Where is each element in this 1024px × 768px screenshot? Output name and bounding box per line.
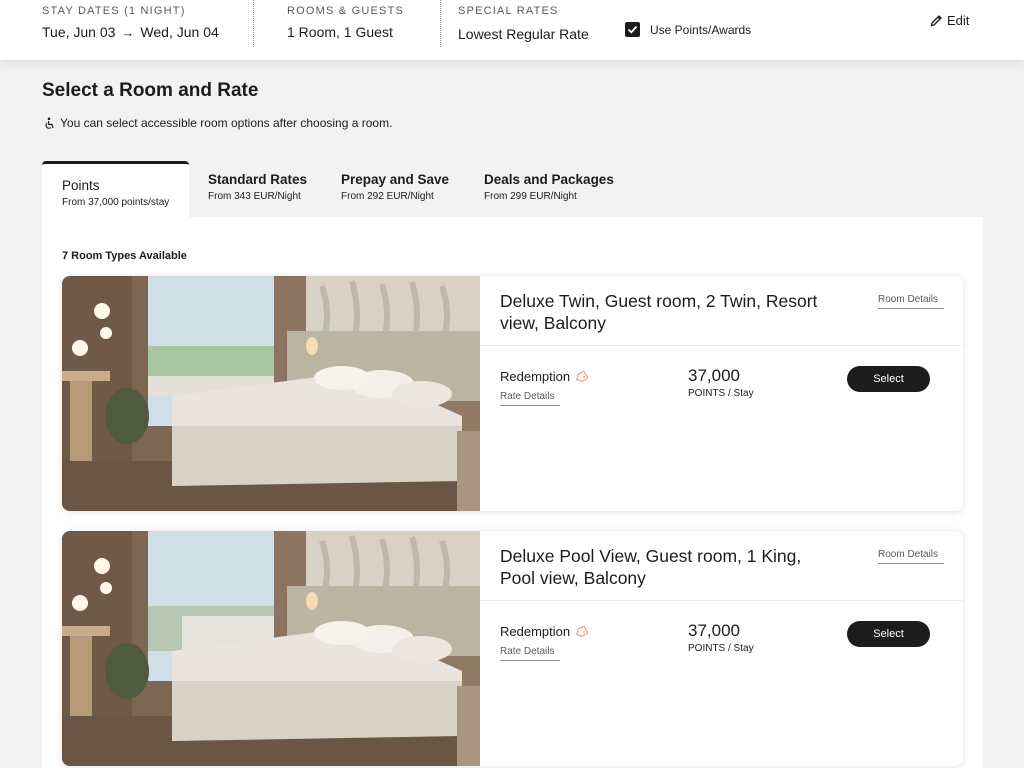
- room-details-link[interactable]: Room Details: [878, 549, 944, 564]
- tab-prepay-and-save[interactable]: Prepay and Save From 292 EUR/Night: [321, 161, 469, 217]
- points-amount: 37,000: [688, 621, 740, 640]
- tab-title: Prepay and Save: [341, 172, 450, 187]
- room-card: Deluxe Twin, Guest room, 2 Twin, Resort …: [62, 276, 963, 511]
- accessibility-note-text: You can select accessible room options a…: [60, 116, 393, 130]
- use-points-checkbox[interactable]: [625, 22, 640, 37]
- select-button[interactable]: Select: [847, 366, 930, 392]
- room-title: Deluxe Pool View, Guest room, 1 King, Po…: [500, 546, 802, 588]
- pencil-icon: [930, 15, 942, 27]
- search-summary-bar: STAY DATES (1 NIGHT) Tue, Jun 03 → Wed, Ju…: [0, 0, 1024, 60]
- tab-title: Points: [62, 178, 100, 193]
- stay-dates-label: STAY DATES (1 NIGHT): [42, 5, 186, 17]
- room-photo[interactable]: [62, 276, 480, 511]
- rooms-guests-value: 1 Room, 1 Guest: [287, 24, 393, 40]
- tab-standard-rates[interactable]: Standard Rates From 343 EUR/Night: [188, 161, 327, 217]
- points-unit: POINTS / Stay: [688, 643, 754, 654]
- wheelchair-icon: [45, 117, 54, 129]
- divider: [253, 0, 254, 47]
- rate-details-link[interactable]: Rate Details: [500, 646, 560, 661]
- divider: [480, 345, 963, 346]
- use-points-label[interactable]: Use Points/Awards: [650, 23, 751, 37]
- tab-subtitle: From 292 EUR/Night: [341, 191, 434, 202]
- points-unit: POINTS / Stay: [688, 388, 754, 399]
- points-amount: 37,000: [688, 366, 740, 385]
- room-details-link[interactable]: Room Details: [878, 294, 944, 309]
- tag-icon[interactable]: [575, 370, 589, 383]
- rate-name-text: Redemption: [500, 369, 571, 384]
- tab-points[interactable]: Points From 37,000 points/stay: [42, 161, 189, 217]
- special-rates-label: SPECIAL RATES: [458, 5, 559, 17]
- tab-subtitle: From 343 EUR/Night: [208, 191, 301, 202]
- special-rates-value: Lowest Regular Rate: [458, 26, 589, 42]
- tab-title: Deals and Packages: [484, 172, 614, 187]
- rate-name: Redemption: [500, 624, 589, 639]
- rate-name: Redemption: [500, 369, 589, 384]
- page-title: Select a Room and Rate: [42, 80, 259, 101]
- tab-title: Standard Rates: [208, 172, 308, 187]
- tab-subtitle: From 37,000 points/stay: [62, 197, 170, 208]
- room-title: Deluxe Twin, Guest room, 2 Twin, Resort …: [500, 291, 818, 333]
- arrow-right-icon: →: [121, 25, 135, 40]
- edit-label: Edit: [947, 13, 970, 28]
- rate-name-text: Redemption: [500, 624, 571, 639]
- checkmark-icon: [627, 25, 638, 34]
- edit-button[interactable]: Edit: [930, 13, 969, 28]
- divider: [480, 600, 963, 601]
- room-photo[interactable]: [62, 531, 480, 766]
- tab-deals-and-packages[interactable]: Deals and Packages From 299 EUR/Night: [464, 161, 634, 217]
- tab-subtitle: From 299 EUR/Night: [484, 191, 577, 202]
- check-out-date: Wed, Jun 04: [140, 24, 219, 40]
- room-count: 7 Room Types Available: [62, 250, 187, 262]
- select-button[interactable]: Select: [847, 621, 930, 647]
- divider: [440, 0, 441, 47]
- tag-icon[interactable]: [575, 625, 589, 638]
- check-in-date: Tue, Jun 03: [42, 24, 116, 40]
- rate-details-link[interactable]: Rate Details: [500, 391, 560, 406]
- stay-dates-value: Tue, Jun 03 → Wed, Jun 04: [42, 24, 219, 40]
- room-card: Deluxe Pool View, Guest room, 1 King, Po…: [62, 531, 963, 766]
- accessibility-note: You can select accessible room options a…: [43, 116, 392, 130]
- rooms-guests-label: ROOMS & GUESTS: [287, 5, 405, 17]
